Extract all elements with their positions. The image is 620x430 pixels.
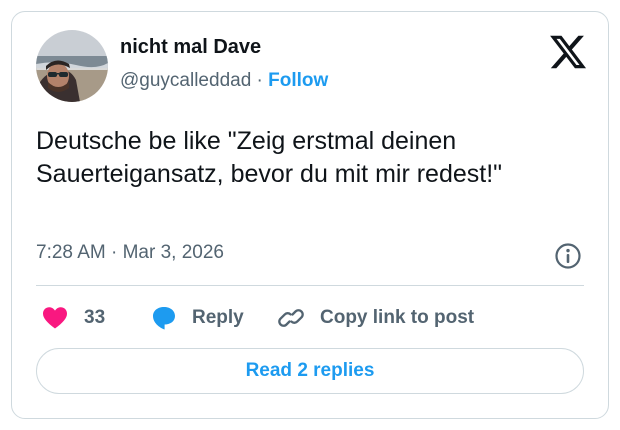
read-replies-button[interactable]: Read 2 replies: [36, 348, 584, 394]
timestamp[interactable]: 7:28 AM · Mar 3, 2026: [36, 242, 224, 264]
tweet-text: Deutsche be like "Zeig erstmal deinen Sa…: [36, 127, 503, 188]
author-handle[interactable]: @guycalleddad: [120, 70, 251, 91]
avatar-image: [36, 30, 108, 102]
tweet-time: 7:28 AM: [36, 242, 106, 263]
follow-button[interactable]: Follow: [268, 70, 328, 91]
speech-bubble-icon: [153, 307, 175, 330]
heart-icon: [43, 307, 67, 329]
handle-row: @guycalleddad · Follow: [120, 70, 328, 92]
link-icon: [278, 309, 304, 327]
like-count: 33: [84, 307, 106, 328]
reply-button[interactable]: Reply: [150, 302, 244, 334]
reply-label: Reply: [192, 307, 244, 328]
action-bar: 33 Reply Copy link to post: [36, 302, 596, 334]
separator-dot: ·: [256, 70, 263, 91]
author-name[interactable]: nicht mal Dave: [120, 36, 261, 59]
copy-link-label: Copy link to post: [320, 307, 475, 328]
like-button[interactable]: 33: [42, 302, 105, 334]
timestamp-separator: ·: [111, 242, 118, 263]
info-icon[interactable]: [554, 242, 582, 270]
tweet-date: Mar 3, 2026: [122, 242, 225, 263]
copy-link-button[interactable]: Copy link to post: [278, 302, 474, 334]
divider: [36, 285, 584, 286]
tweet-card: nicht mal Dave @guycalleddad · Follow De…: [11, 11, 609, 419]
x-logo-icon[interactable]: [548, 32, 588, 72]
avatar[interactable]: [36, 30, 108, 102]
